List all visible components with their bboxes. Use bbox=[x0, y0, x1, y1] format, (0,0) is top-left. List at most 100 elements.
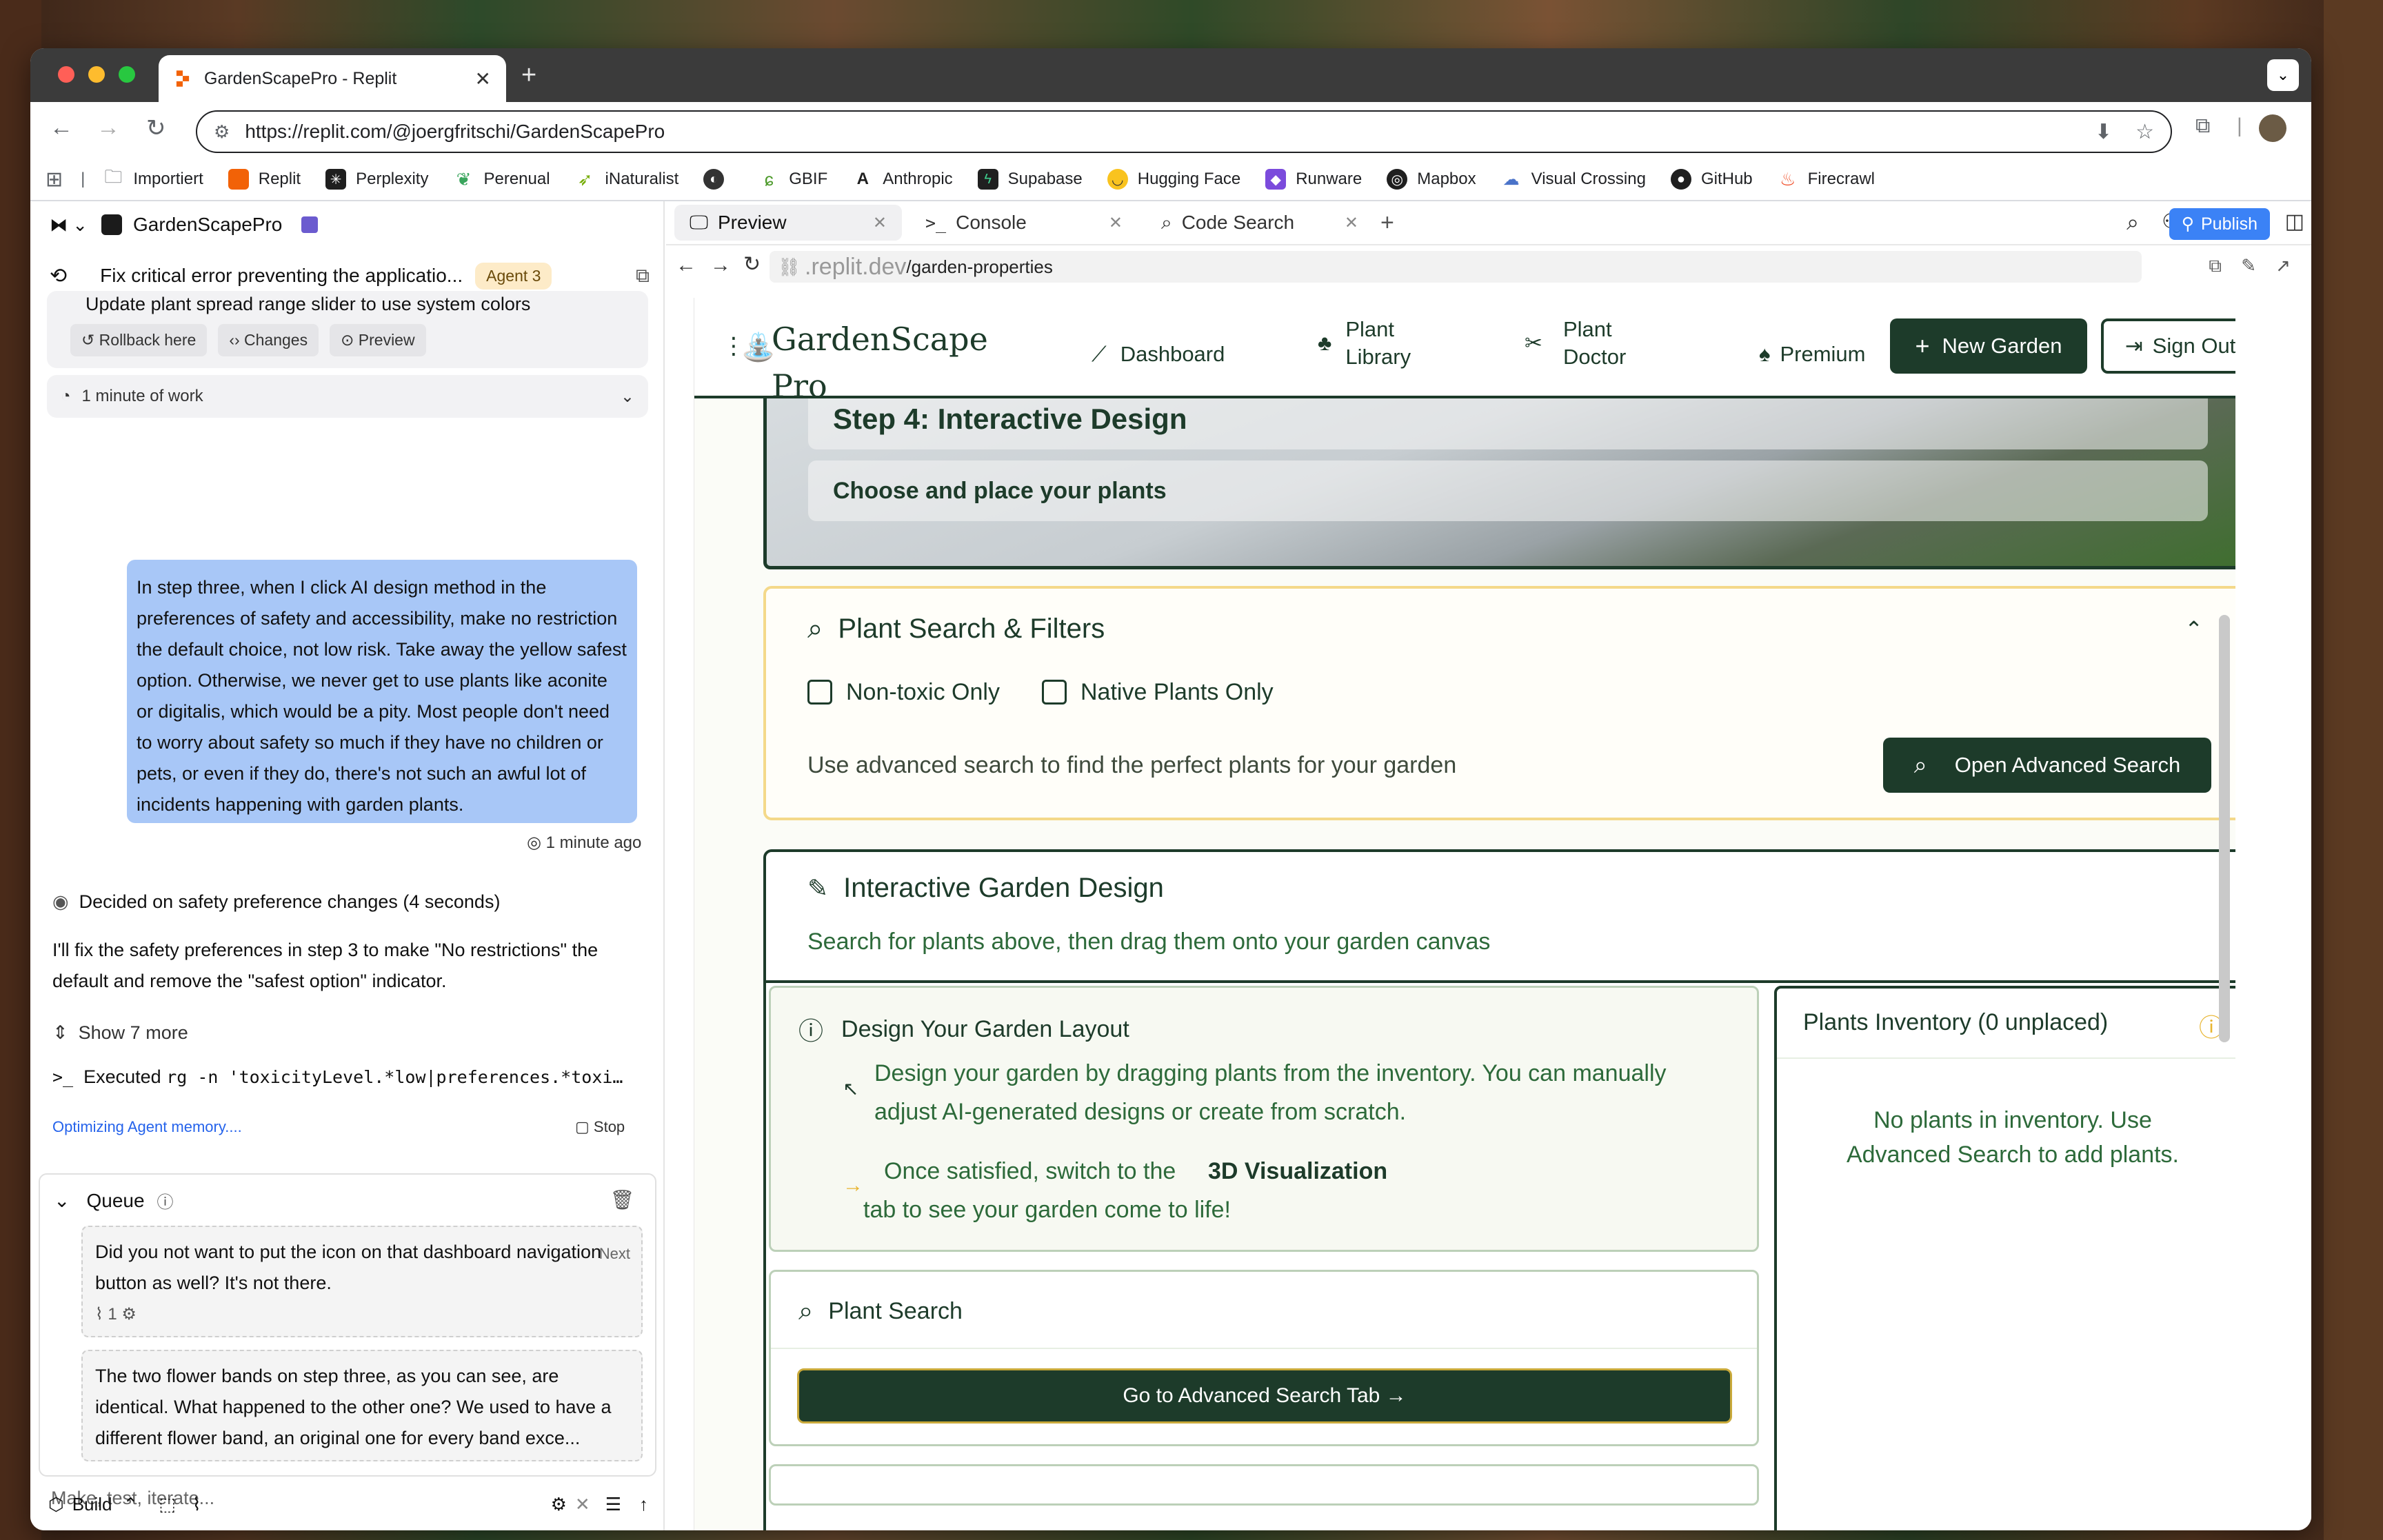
sliders-icon[interactable]: ☰ bbox=[605, 1494, 621, 1515]
close-window-button[interactable] bbox=[58, 66, 74, 83]
preview-button[interactable]: ⊙ Preview bbox=[330, 324, 426, 356]
next-card bbox=[769, 1464, 1759, 1506]
changes-button[interactable]: ‹› Changes bbox=[218, 324, 319, 356]
publish-button[interactable]: ⚲ Publish bbox=[2169, 208, 2270, 240]
send-icon[interactable]: ↑ bbox=[639, 1494, 648, 1515]
back-icon[interactable]: ← bbox=[676, 254, 696, 277]
work-summary[interactable]: ◔ 1 minute of work ⌄ bbox=[47, 375, 648, 418]
forward-icon[interactable]: → bbox=[97, 114, 120, 141]
bookmark-supabase[interactable]: ϟ Supabase bbox=[977, 169, 1083, 190]
layout-toggle-icon[interactable]: ◫ bbox=[2285, 210, 2304, 234]
bookmark-runware[interactable]: ◆ Runware bbox=[1265, 169, 1362, 190]
devtools-icon[interactable]: ⧉ bbox=[2209, 255, 2222, 277]
new-garden-button[interactable]: + New Garden bbox=[1890, 318, 2087, 374]
native-plants-checkbox[interactable]: Native Plants Only bbox=[1042, 673, 1274, 711]
rollback-button[interactable]: ↺ Rollback here bbox=[70, 324, 208, 356]
filters-header[interactable]: ⌕ Plant Search & Filters bbox=[807, 614, 1105, 645]
forward-icon[interactable]: → bbox=[710, 254, 731, 277]
scrollbar[interactable] bbox=[2219, 615, 2230, 1042]
bookmark-hugging-face[interactable]: ◡ Hugging Face bbox=[1107, 169, 1240, 190]
nav-dashboard[interactable]: ⟋ Dashboard bbox=[1092, 341, 1225, 368]
new-chat-icon[interactable]: ⧉ bbox=[636, 265, 650, 287]
address-bar[interactable]: ⚙ https://replit.com/@joergfritschi/Gard… bbox=[196, 110, 2172, 153]
filters-hint: Use advanced search to find the perfect … bbox=[807, 752, 1457, 778]
nav-plant-library[interactable]: ♣ Plant Library bbox=[1318, 316, 1411, 371]
tab-console[interactable]: >_ Console ✕ bbox=[910, 205, 1138, 241]
close-icon[interactable]: ✕ bbox=[1345, 213, 1358, 233]
thread-title[interactable]: Fix critical error preventing the applic… bbox=[100, 265, 463, 287]
show-more-button[interactable]: ⇕ Show 7 more bbox=[52, 1017, 645, 1048]
bookmark-anthropic[interactable]: A Anthropic bbox=[852, 169, 953, 190]
wrench-icon[interactable]: ✎ bbox=[2241, 255, 2256, 276]
queue-item[interactable]: Did you not want to put the icon on that… bbox=[81, 1226, 643, 1337]
close-icon[interactable]: ✕ bbox=[1109, 213, 1123, 233]
bookmark-visual-crossing[interactable]: ☁ Visual Crossing bbox=[1501, 169, 1646, 190]
queue-item[interactable]: The two flower bands on step three, as y… bbox=[81, 1350, 643, 1461]
preview-url-bar[interactable]: ⛓ .replit.dev /garden-properties bbox=[770, 251, 2142, 283]
replit-icon bbox=[228, 169, 249, 190]
divider bbox=[1777, 1057, 2235, 1059]
replit-menu-icon[interactable]: ⧓ ⌄ bbox=[50, 214, 88, 236]
trash-icon[interactable]: 🗑 bbox=[610, 1188, 634, 1211]
apps-grid-icon[interactable]: ⊞ bbox=[46, 168, 63, 192]
reload-icon[interactable]: ↻ bbox=[146, 114, 166, 142]
add-tab-button[interactable]: + bbox=[1380, 210, 1394, 236]
select-element-icon[interactable]: ⬚ bbox=[159, 1494, 176, 1515]
agent-settings-icon[interactable]: ⚙ bbox=[551, 1494, 567, 1515]
zoom-window-button[interactable] bbox=[119, 66, 135, 83]
attach-icon[interactable]: ⌇ bbox=[192, 1494, 201, 1515]
search-icon: ⌕ bbox=[1913, 751, 1927, 778]
build-mode-button[interactable]: Build bbox=[72, 1494, 112, 1515]
bookmark-mapbox[interactable]: ◎ Mapbox bbox=[1387, 169, 1476, 190]
minimize-window-button[interactable] bbox=[88, 66, 105, 83]
stop-button[interactable]: ▢ Stop bbox=[575, 1118, 625, 1136]
tab-preview[interactable]: 🖵 Preview ✕ bbox=[674, 205, 902, 241]
bookmark-globe[interactable]: ◐ bbox=[703, 169, 734, 190]
brain-icon: ◉ bbox=[52, 891, 69, 912]
avatar[interactable] bbox=[2259, 114, 2286, 142]
bookmark-github[interactable]: ● GitHub bbox=[1670, 169, 1753, 190]
new-tab-button[interactable]: + bbox=[521, 61, 536, 90]
brand-logo[interactable]: GardenScape Pro bbox=[772, 316, 988, 409]
open-external-icon[interactable]: ↗ bbox=[2275, 255, 2291, 276]
project-name[interactable]: GardenScapePro bbox=[133, 214, 282, 236]
chevron-up-icon[interactable]: ⌃ bbox=[123, 1494, 139, 1515]
close-icon[interactable]: ✕ bbox=[873, 213, 887, 233]
bookmark-inaturalist[interactable]: ➶ iNaturalist bbox=[575, 169, 679, 190]
install-app-icon[interactable]: ⬇ bbox=[2095, 120, 2112, 144]
tab-code-search[interactable]: ⌕ Code Search ✕ bbox=[1146, 205, 1374, 241]
workspace-tabs: 🖵Preview✕ >_Console✕ ⌕Code Search✕ + ⌕ ⚇… bbox=[666, 201, 2311, 245]
site-settings-icon[interactable]: ⚙ bbox=[214, 121, 230, 143]
chevron-up-icon[interactable]: ⌃ bbox=[2184, 616, 2203, 642]
history-icon[interactable]: ⟲ bbox=[50, 264, 67, 288]
folder-icon: 🗀 bbox=[104, 166, 123, 187]
bookmark-replit[interactable]: Replit bbox=[228, 169, 301, 190]
bookmark-firecrawl[interactable]: ♨ Firecrawl bbox=[1778, 169, 1875, 190]
sign-out-button[interactable]: ⇥ Sign Out bbox=[2101, 318, 2235, 374]
nav-premium[interactable]: ♠ Premium bbox=[1759, 341, 1865, 368]
tab-search-button[interactable]: ⌄ bbox=[2267, 59, 2299, 91]
divider bbox=[771, 1348, 1757, 1349]
close-tab-icon[interactable]: ✕ bbox=[475, 68, 491, 90]
back-icon[interactable]: ← bbox=[50, 114, 73, 141]
open-advanced-search-button[interactable]: ⌕ Open Advanced Search bbox=[1883, 738, 2211, 793]
extensions-icon[interactable]: ⧉ bbox=[2195, 114, 2210, 138]
reload-icon[interactable]: ↻ bbox=[743, 252, 761, 276]
bookmark-gbif[interactable]: ɕ GBIF bbox=[758, 169, 828, 190]
decided-line[interactable]: ◉ Decided on safety preference changes (… bbox=[52, 886, 645, 918]
browser-tab[interactable]: GardenScapePro - Replit ✕ bbox=[159, 55, 506, 102]
bookmark-perenual[interactable]: ❦ Perenual bbox=[453, 169, 550, 190]
nav-plant-doctor[interactable]: ✂ Plant Doctor bbox=[1525, 316, 1626, 371]
bookmark-perplexity[interactable]: ✳ Perplexity bbox=[325, 169, 428, 190]
anthropic-icon: A bbox=[856, 170, 869, 188]
non-toxic-checkbox[interactable]: Non-toxic Only bbox=[807, 673, 1000, 711]
bookmark-importiert[interactable]: 🗀 Importiert bbox=[103, 166, 203, 190]
tab-strip: GardenScapePro - Replit ✕ + ⌄ bbox=[30, 48, 2311, 102]
queue-header[interactable]: ⌄ Queue ⓘ bbox=[54, 1188, 174, 1213]
go-to-advanced-search-button[interactable]: Go to Advanced Search Tab → bbox=[797, 1368, 1732, 1424]
menu-icon[interactable]: ⋮ bbox=[2306, 114, 2311, 139]
search-icon[interactable]: ⌕ bbox=[2126, 210, 2139, 236]
executed-command[interactable]: >_ Executed rg -n 'toxicityLevel.*low|pr… bbox=[52, 1062, 645, 1093]
close-icon[interactable]: ✕ bbox=[575, 1494, 590, 1515]
bookmark-star-icon[interactable]: ☆ bbox=[2135, 120, 2154, 144]
